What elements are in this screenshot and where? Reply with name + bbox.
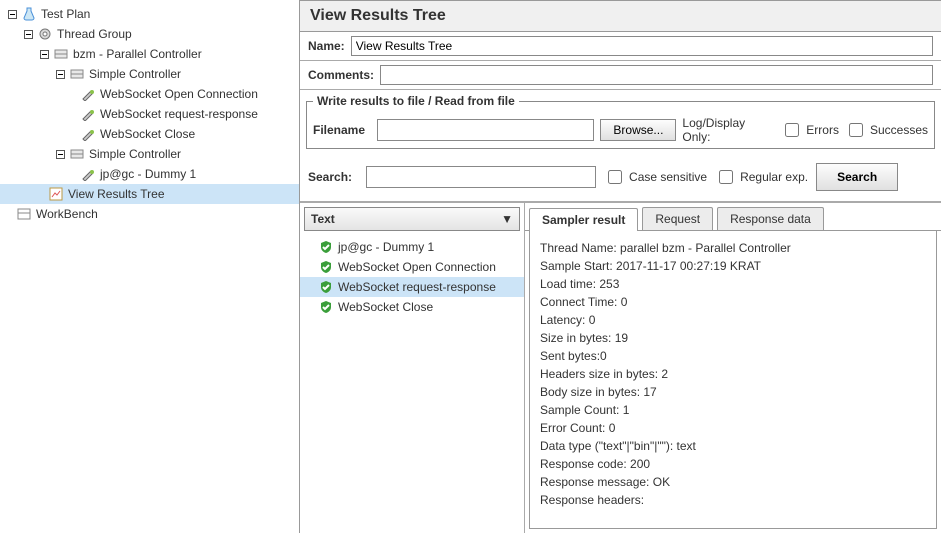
tree-label: WebSocket request-response	[100, 107, 258, 121]
comments-input[interactable]	[380, 65, 933, 85]
controller-icon	[69, 66, 85, 82]
results-tree-panel: Text ▼ jp@gc - Dummy 1 WebSocket Open Co…	[300, 203, 525, 533]
detail-pane: Sampler result Request Response data Thr…	[525, 203, 941, 533]
regular-exp-checkbox[interactable]: Regular exp.	[715, 167, 808, 187]
expand-icon[interactable]	[8, 10, 17, 19]
tree-node-simple-controller-1[interactable]: Simple Controller	[0, 64, 299, 84]
view-results-panel: View Results Tree Name: Comments: Write …	[300, 0, 941, 533]
result-item-label: jp@gc - Dummy 1	[338, 240, 434, 254]
tree-node-test-plan[interactable]: Test Plan	[0, 4, 299, 24]
expand-icon[interactable]	[56, 150, 65, 159]
results-icon	[48, 186, 64, 202]
comments-label: Comments:	[308, 68, 374, 82]
filename-input[interactable]	[377, 119, 594, 141]
detail-line: Error Count: 0	[540, 419, 926, 437]
tree-node-view-results-tree[interactable]: View Results Tree	[0, 184, 299, 204]
success-icon	[318, 259, 334, 275]
sampler-result-body: Thread Name: parallel bzm - Parallel Con…	[529, 231, 937, 529]
success-icon	[318, 279, 334, 295]
detail-line: Response code: 200	[540, 455, 926, 473]
result-item[interactable]: WebSocket request-response	[300, 277, 524, 297]
gear-icon	[37, 26, 53, 42]
search-label: Search:	[308, 170, 352, 184]
detail-line: Response message: OK	[540, 473, 926, 491]
expand-icon[interactable]	[24, 30, 33, 39]
renderer-combo-label: Text	[311, 212, 335, 226]
detail-line: Connect Time: 0	[540, 293, 926, 311]
successes-checkbox[interactable]: Successes	[845, 120, 928, 140]
tree-label: Simple Controller	[89, 147, 181, 161]
detail-line: Sample Count: 1	[540, 401, 926, 419]
tree-node-thread-group[interactable]: Thread Group	[0, 24, 299, 44]
search-input[interactable]	[366, 166, 596, 188]
tree-label: Thread Group	[57, 27, 132, 41]
name-label: Name:	[308, 39, 345, 53]
tab-sampler-result[interactable]: Sampler result	[529, 208, 638, 231]
tree-node-parallel-controller[interactable]: bzm - Parallel Controller	[0, 44, 299, 64]
errors-checkbox[interactable]: Errors	[781, 120, 839, 140]
test-plan-tree: Test Plan Thread Group bzm - Parallel Co…	[0, 0, 300, 533]
controller-icon	[69, 146, 85, 162]
tab-request[interactable]: Request	[642, 207, 713, 230]
write-results-fieldset: Write results to file / Read from file F…	[306, 94, 935, 149]
detail-line: Sample Start: 2017-11-17 00:27:19 KRAT	[540, 257, 926, 275]
search-button[interactable]: Search	[816, 163, 898, 191]
tree-label: Simple Controller	[89, 67, 181, 81]
sampler-icon	[80, 106, 96, 122]
tree-node-workbench[interactable]: WorkBench	[0, 204, 299, 224]
controller-icon	[53, 46, 69, 62]
result-item[interactable]: jp@gc - Dummy 1	[300, 237, 524, 257]
result-item-label: WebSocket Close	[338, 300, 433, 314]
tree-node-ws-open[interactable]: WebSocket Open Connection	[0, 84, 299, 104]
chevron-down-icon: ▼	[501, 212, 513, 226]
tree-node-ws-reqresp[interactable]: WebSocket request-response	[0, 104, 299, 124]
result-item[interactable]: WebSocket Open Connection	[300, 257, 524, 277]
tree-label: WebSocket Open Connection	[100, 87, 258, 101]
tree-label: bzm - Parallel Controller	[73, 47, 202, 61]
tree-node-simple-controller-2[interactable]: Simple Controller	[0, 144, 299, 164]
renderer-combo[interactable]: Text ▼	[304, 207, 520, 231]
expand-icon[interactable]	[56, 70, 65, 79]
tree-label: WorkBench	[36, 207, 98, 221]
tree-label: View Results Tree	[68, 187, 165, 201]
write-results-legend: Write results to file / Read from file	[313, 94, 519, 108]
detail-line: Headers size in bytes: 2	[540, 365, 926, 383]
detail-line: Data type ("text"|"bin"|""): text	[540, 437, 926, 455]
detail-line: Thread Name: parallel bzm - Parallel Con…	[540, 239, 926, 257]
expand-icon[interactable]	[40, 50, 49, 59]
log-display-label: Log/Display Only:	[682, 116, 775, 144]
detail-line: Size in bytes: 19	[540, 329, 926, 347]
success-icon	[318, 239, 334, 255]
result-item-label: WebSocket request-response	[338, 280, 496, 294]
browse-button[interactable]: Browse...	[600, 119, 676, 141]
workbench-icon	[16, 206, 32, 222]
result-item-label: WebSocket Open Connection	[338, 260, 496, 274]
case-sensitive-checkbox[interactable]: Case sensitive	[604, 167, 707, 187]
tree-label: Test Plan	[41, 7, 90, 21]
tree-node-dummy[interactable]: jp@gc - Dummy 1	[0, 164, 299, 184]
tree-label: WebSocket Close	[100, 127, 195, 141]
filename-label: Filename	[313, 123, 365, 137]
flask-icon	[21, 6, 37, 22]
detail-line: Sent bytes:0	[540, 347, 926, 365]
panel-title: View Results Tree	[300, 1, 941, 32]
result-item[interactable]: WebSocket Close	[300, 297, 524, 317]
sampler-icon	[80, 166, 96, 182]
detail-line: Latency: 0	[540, 311, 926, 329]
sampler-icon	[80, 126, 96, 142]
name-input[interactable]	[351, 36, 933, 56]
detail-line: Body size in bytes: 17	[540, 383, 926, 401]
tree-label: jp@gc - Dummy 1	[100, 167, 196, 181]
detail-line: Response headers:	[540, 491, 926, 509]
sampler-icon	[80, 86, 96, 102]
tab-response-data[interactable]: Response data	[717, 207, 824, 230]
tree-node-ws-close[interactable]: WebSocket Close	[0, 124, 299, 144]
success-icon	[318, 299, 334, 315]
detail-line: Load time: 253	[540, 275, 926, 293]
